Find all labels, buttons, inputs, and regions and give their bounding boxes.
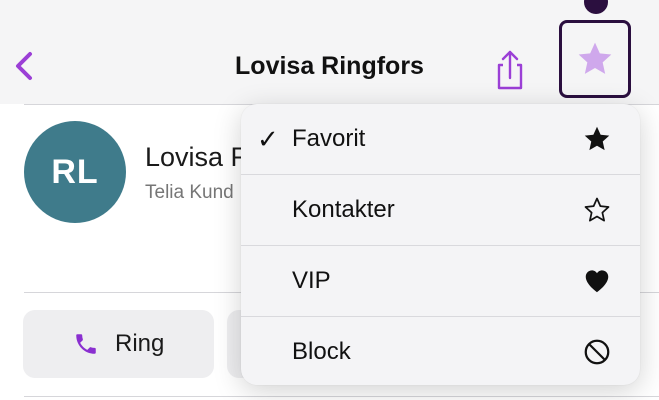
focus-indicator xyxy=(584,0,608,14)
heart-icon xyxy=(585,270,609,293)
contact-subtitle: Telia Kund xyxy=(145,182,234,203)
favorite-menu: ✓ Favorit Kontakter VIP Block xyxy=(241,104,640,385)
menu-item-block[interactable]: Block xyxy=(241,317,640,385)
bottom-divider xyxy=(24,396,659,397)
contact-name: Lovisa R xyxy=(145,142,251,172)
star-filled-icon xyxy=(584,126,610,151)
menu-item-favorit[interactable]: ✓ Favorit xyxy=(241,104,640,174)
menu-item-label: Kontakter xyxy=(292,196,395,223)
avatar-initials: RL xyxy=(51,152,99,191)
menu-item-label: Favorit xyxy=(292,125,366,152)
menu-item-vip[interactable]: VIP xyxy=(241,246,640,316)
menu-item-label: Block xyxy=(292,338,351,365)
phone-icon xyxy=(76,334,96,354)
contact-screen: Lovisa Ringfors RL Lovisa R Telia Kund R… xyxy=(0,0,659,400)
checkmark-icon: ✓ xyxy=(257,124,279,154)
menu-item-kontakter[interactable]: Kontakter xyxy=(241,175,640,245)
ring-label: Ring xyxy=(115,330,165,357)
share-icon xyxy=(497,50,523,90)
favorite-button[interactable] xyxy=(559,20,631,98)
block-icon xyxy=(584,339,610,365)
star-outline-icon xyxy=(584,197,610,222)
ring-button[interactable]: Ring xyxy=(23,310,214,378)
nav-header: Lovisa Ringfors xyxy=(0,0,659,104)
menu-item-label: VIP xyxy=(292,267,331,294)
star-icon xyxy=(578,42,612,74)
avatar: RL xyxy=(24,121,126,223)
share-button[interactable] xyxy=(490,48,530,92)
